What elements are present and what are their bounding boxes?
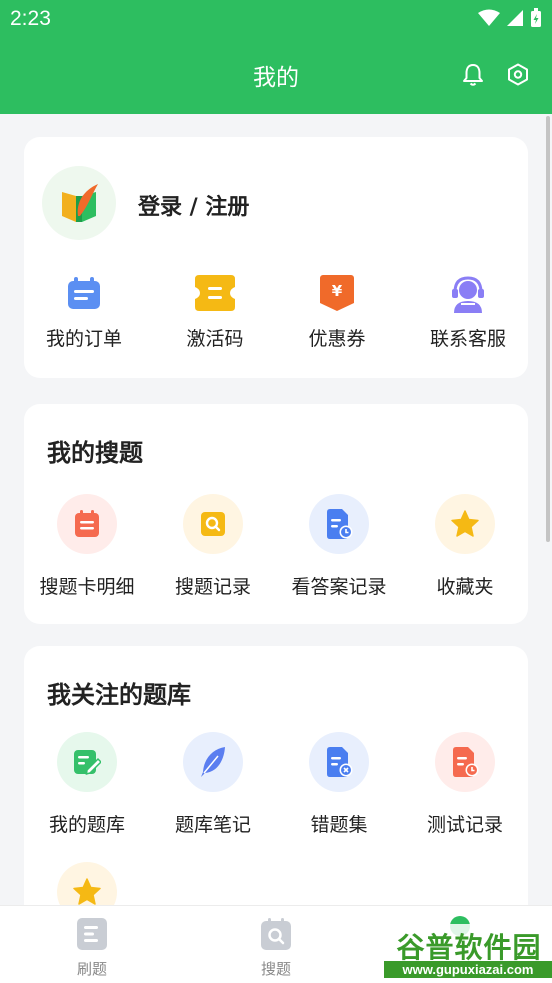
svg-text:¥: ¥ — [332, 282, 343, 300]
wrong-doc-icon — [309, 732, 369, 792]
bank-edit-icon — [57, 732, 117, 792]
status-time: 2:23 — [10, 7, 51, 30]
app-logo-icon — [62, 184, 98, 222]
section-title: 我关注的题库 — [47, 681, 191, 709]
avatar[interactable] — [42, 166, 116, 240]
search-record-icon — [183, 494, 243, 554]
status-icons — [478, 8, 542, 28]
grid-item-label: 测试记录 — [426, 814, 503, 836]
search-section-card: 我的搜题 搜题卡明细 搜题记录 看答案记录 收藏夹 — [24, 404, 528, 624]
grid-item-label: 错题集 — [310, 814, 368, 836]
search-card-detail-item[interactable]: 搜题卡明细 — [24, 494, 150, 604]
scrollbar[interactable] — [546, 116, 550, 542]
test-record-icon — [435, 732, 495, 792]
quick-item-label: 激活码 — [186, 328, 244, 350]
quick-item-coupons[interactable]: ¥ 优惠券 — [274, 275, 400, 365]
test-record-item[interactable]: 测试记录 — [402, 732, 528, 842]
status-bar: 2:23 — [0, 0, 552, 38]
bank-notes-item[interactable]: 题库笔记 — [150, 732, 276, 842]
grid-item-label: 搜题卡明细 — [39, 576, 135, 598]
bell-icon[interactable] — [460, 62, 486, 88]
bank-section-card: 我关注的题库 我的题库 题库笔记 错题集 测试记录 — [24, 646, 528, 946]
practice-icon — [77, 918, 107, 950]
search-record-item[interactable]: 搜题记录 — [150, 494, 276, 604]
grid-item-label: 搜题记录 — [174, 576, 251, 598]
grid-item-label: 收藏夹 — [436, 576, 494, 598]
ticket-icon — [195, 275, 235, 311]
nav-tab-search[interactable]: 搜题 — [216, 906, 336, 983]
search-tab-icon — [261, 918, 291, 950]
wifi-icon — [478, 9, 500, 26]
quick-item-activation[interactable]: 激活码 — [152, 275, 278, 365]
quick-item-orders[interactable]: 我的订单 — [21, 275, 147, 365]
coupon-icon: ¥ — [320, 275, 354, 311]
top-bar: 2:23 我的 — [0, 0, 552, 114]
answer-record-icon — [309, 494, 369, 554]
star-icon — [435, 494, 495, 554]
nav-tab-label: 刷题 — [76, 960, 107, 978]
profile-card: 登录 / 注册 我的订单 激活码 ¥ 优惠券 联系客服 — [24, 137, 528, 378]
nav-tab-label: 搜题 — [260, 960, 291, 978]
login-register-link[interactable]: 登录 / 注册 — [138, 189, 249, 221]
nav-tab-practice[interactable]: 刷题 — [32, 906, 152, 983]
my-bank-item[interactable]: 我的题库 — [24, 732, 150, 842]
battery-icon — [531, 8, 541, 27]
gear-icon[interactable] — [505, 62, 531, 88]
favorites-item[interactable]: 收藏夹 — [402, 494, 528, 604]
quick-item-label: 优惠券 — [308, 328, 366, 350]
watermark-title: 谷普软件园 — [396, 931, 542, 964]
section-title: 我的搜题 — [47, 439, 143, 467]
feather-icon — [183, 732, 243, 792]
search-card-icon — [57, 494, 117, 554]
grid-item-label: 我的题库 — [48, 814, 125, 836]
quick-item-label: 我的订单 — [45, 328, 122, 350]
signal-icon — [507, 10, 523, 26]
wrong-questions-item[interactable]: 错题集 — [276, 732, 402, 842]
headset-icon — [452, 276, 484, 313]
watermark-url: www.gupuxiazai.com — [384, 961, 552, 978]
quick-item-support[interactable]: 联系客服 — [405, 275, 531, 365]
quick-item-label: 联系客服 — [429, 328, 506, 350]
grid-item-label: 题库笔记 — [174, 814, 251, 836]
grid-item-label: 看答案记录 — [291, 576, 387, 598]
order-icon — [68, 277, 100, 309]
watermark: 谷普软件园 www.gupuxiazai.com — [384, 924, 552, 980]
answer-record-item[interactable]: 看答案记录 — [276, 494, 402, 604]
